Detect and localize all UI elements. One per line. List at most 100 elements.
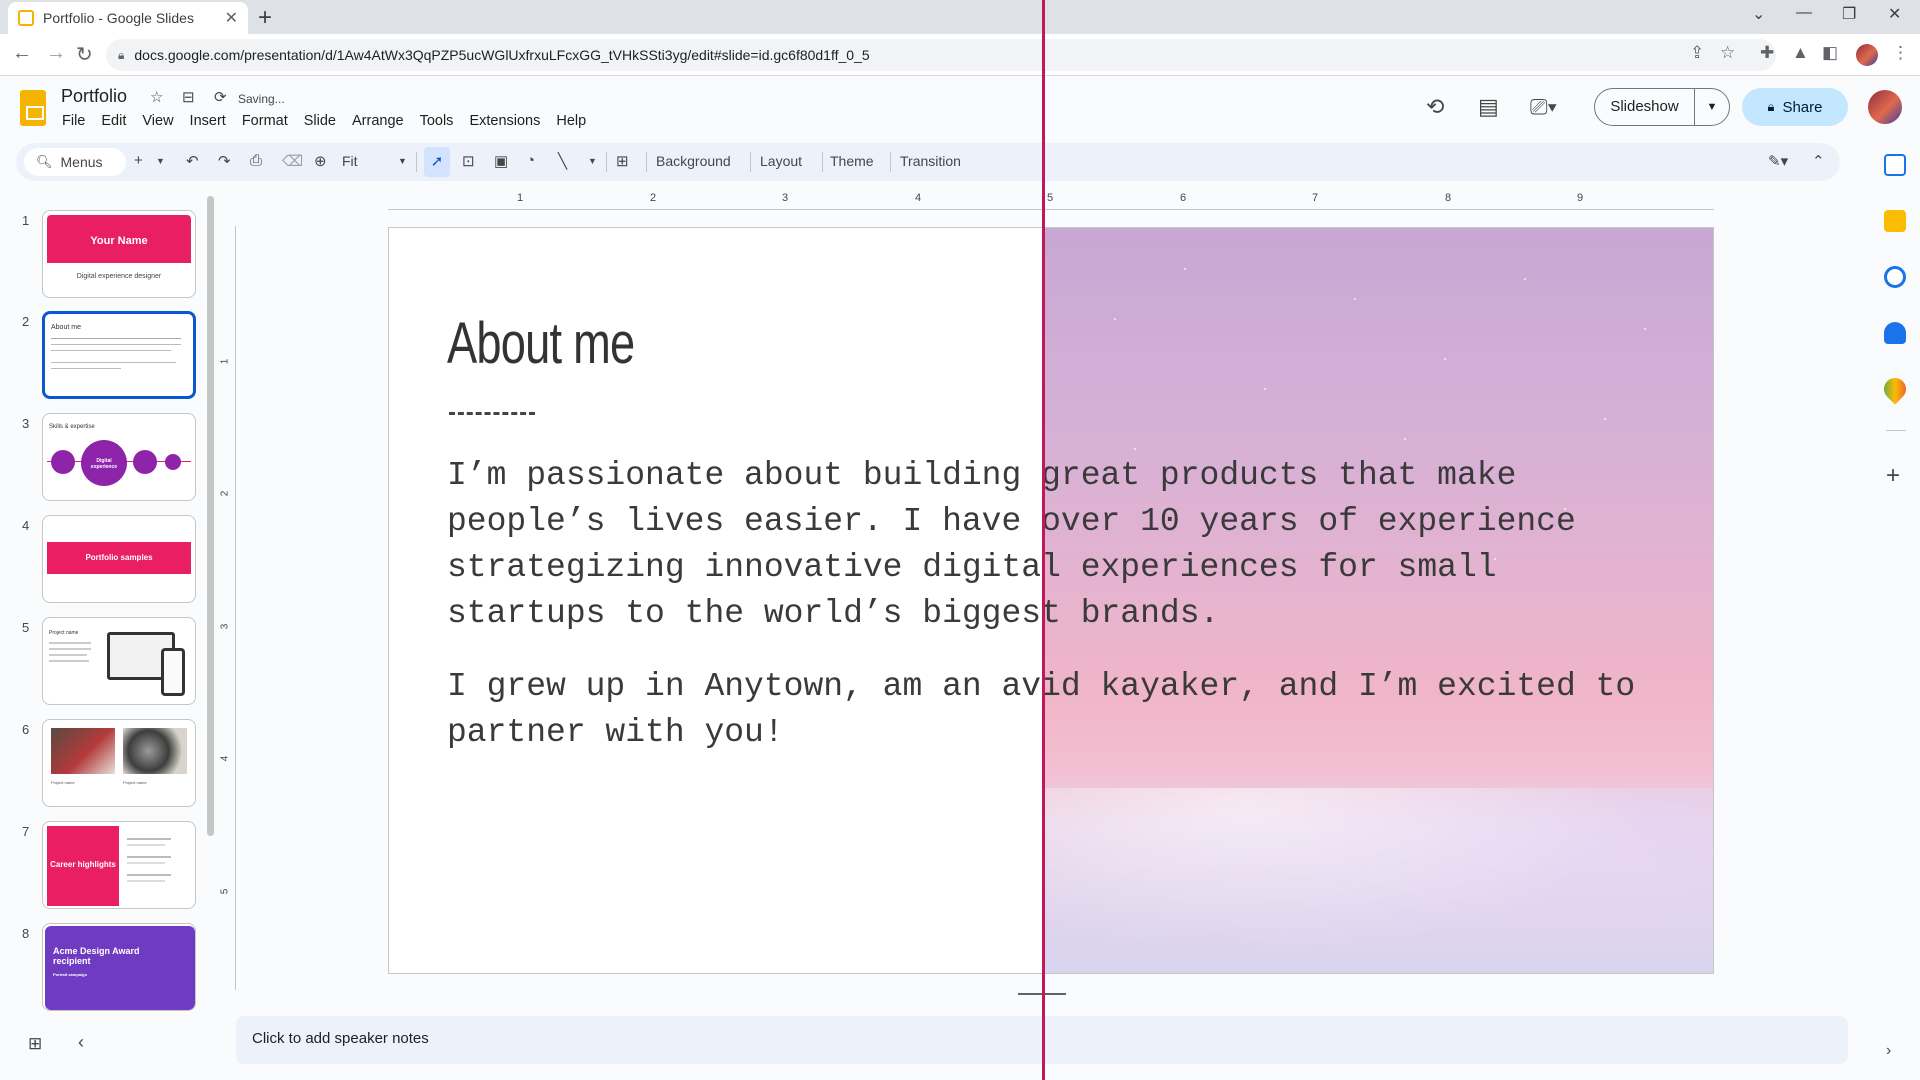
current-slide[interactable]: About me I’m passionate about building g… (388, 227, 1714, 974)
minimize-icon[interactable]: — (1796, 4, 1812, 22)
move-folder-icon[interactable]: ⊟ (182, 88, 195, 106)
version-history-icon[interactable]: ⟲ (1426, 94, 1444, 120)
filmstrip-scrollbar[interactable] (207, 196, 214, 836)
forward-icon[interactable]: → (46, 42, 66, 65)
vertical-ruler[interactable]: 1 2 3 4 5 (219, 226, 236, 990)
slide-thumbnail-4[interactable]: Portfolio samples (42, 515, 196, 603)
paint-format-icon[interactable]: ⌫ (282, 152, 303, 170)
tasks-icon[interactable] (1884, 266, 1906, 288)
slide-thumbnail-3[interactable]: Skills & expertise Digital experience (42, 413, 196, 501)
undo-icon[interactable]: ↶ (186, 152, 199, 170)
editing-mode-icon[interactable]: ✎▾ (1768, 152, 1788, 170)
toolbar-divider (416, 152, 417, 172)
ruler-mark: 8 (1445, 192, 1452, 204)
add-comment-icon[interactable]: ⊞ (616, 152, 629, 170)
slideshow-dropdown-icon[interactable]: ▼ (1695, 101, 1729, 113)
menu-view[interactable]: View (134, 113, 181, 129)
menu-arrange[interactable]: Arrange (344, 113, 412, 129)
line-dropdown-icon[interactable]: ▼ (588, 156, 597, 166)
new-slide-icon[interactable]: + (134, 152, 143, 169)
browser-menu-icon[interactable]: ⋮ (1892, 43, 1909, 63)
select-cursor-icon[interactable]: ➚ (424, 147, 450, 177)
zoom-icon[interactable]: ⊕ (314, 152, 327, 170)
share-page-icon[interactable]: ⇪ (1690, 43, 1704, 63)
address-bar[interactable]: 🔒︎ docs.google.com/presentation/d/1Aw4At… (106, 39, 1776, 71)
collapse-filmstrip-icon[interactable]: ‹ (78, 1032, 84, 1053)
restore-icon[interactable]: ❐ (1842, 4, 1856, 24)
slide-thumbnail-6[interactable]: Project name Project name (42, 719, 196, 807)
keep-icon[interactable] (1884, 210, 1906, 232)
collapse-toolbar-icon[interactable]: ⌃ (1812, 152, 1825, 170)
theme-button[interactable]: Theme (830, 153, 874, 169)
browser-toolbar: ← → ↻ 🔒︎ docs.google.com/presentation/d/… (0, 34, 1920, 76)
slide-thumbnail-8[interactable]: Acme Design Award recipient Portrait cam… (42, 923, 196, 1011)
window-close-icon[interactable]: ✕ (1888, 4, 1901, 24)
redo-icon[interactable]: ↷ (218, 152, 231, 170)
side-panel-icon[interactable]: ◧ (1822, 43, 1838, 63)
slide-thumbnail-7[interactable]: Career highlights (42, 821, 196, 909)
reload-icon[interactable]: ↻ (76, 42, 93, 67)
comments-icon[interactable]: ▤ (1478, 94, 1499, 120)
expand-side-panel-icon[interactable]: › (1886, 1042, 1891, 1060)
account-avatar[interactable] (1868, 90, 1902, 124)
shape-icon[interactable]: ◔ (526, 152, 535, 169)
menu-file[interactable]: File (54, 113, 93, 129)
ruler-mark: 3 (219, 623, 231, 630)
slide-thumbnail-5[interactable]: Project name (42, 617, 196, 705)
calendar-icon[interactable] (1884, 154, 1906, 176)
add-addon-icon[interactable]: + (1886, 462, 1900, 490)
ruler-mark: 7 (1312, 192, 1319, 204)
slideshow-button[interactable]: Slideshow ▼ (1594, 88, 1730, 126)
ruler-mark: 1 (517, 192, 524, 204)
share-button[interactable]: 🔒︎ Share (1742, 88, 1848, 126)
menu-format[interactable]: Format (234, 113, 296, 129)
layout-button[interactable]: Layout (760, 153, 802, 169)
horizontal-ruler[interactable]: 1 2 3 4 5 6 7 8 9 (388, 192, 1714, 210)
site-info-icon[interactable]: 🔒︎ (118, 48, 124, 63)
tab-search-chevron-icon[interactable]: ⌄ (1752, 4, 1765, 24)
menu-tools[interactable]: Tools (412, 113, 462, 129)
url-text: docs.google.com/presentation/d/1Aw4AtWx3… (134, 47, 870, 63)
browser-tab-strip: Portfolio - Google Slides ✕ + ⌄ — ❐ ✕ (0, 0, 1920, 34)
text-box-icon[interactable]: ⊡ (462, 152, 475, 170)
transition-button[interactable]: Transition (900, 153, 961, 169)
extension-icon[interactable]: ▲ (1792, 43, 1809, 63)
browser-profile-avatar[interactable] (1856, 44, 1878, 66)
slide-title[interactable]: About me (447, 310, 635, 377)
contacts-icon[interactable] (1884, 322, 1906, 344)
slide-thumbnail-2[interactable]: About me (42, 311, 196, 399)
zoom-select[interactable]: Fit (342, 153, 358, 169)
thumb-subtitle: Digital experience designer (76, 273, 162, 280)
thumb-title: About me (51, 324, 81, 331)
grid-view-icon[interactable]: ⊞ (28, 1034, 42, 1054)
thumb-title: Portfolio samples (85, 553, 153, 562)
menu-extensions[interactable]: Extensions (461, 113, 548, 129)
menu-insert[interactable]: Insert (182, 113, 234, 129)
bookmark-star-icon[interactable]: ☆ (1720, 43, 1735, 63)
menu-slide[interactable]: Slide (296, 113, 344, 129)
extensions-puzzle-icon[interactable]: ✚ (1760, 43, 1774, 63)
maps-icon[interactable] (1879, 373, 1911, 405)
menus-search-input[interactable]: 🔍︎ Menus (24, 148, 126, 176)
star-icon[interactable]: ☆ (150, 88, 163, 106)
zoom-dropdown-icon[interactable]: ▼ (398, 156, 407, 166)
line-icon[interactable]: ╲ (558, 152, 567, 170)
body-line: partner with you! (447, 714, 784, 751)
browser-tab[interactable]: Portfolio - Google Slides ✕ (8, 2, 248, 34)
background-button[interactable]: Background (656, 153, 731, 169)
slideshow-label[interactable]: Slideshow (1595, 89, 1695, 125)
slide-thumbnail-1[interactable]: Your Name Digital experience designer (42, 210, 196, 298)
slide-body-paragraph-1[interactable]: I’m passionate about building great prod… (447, 453, 1677, 637)
new-tab-button[interactable]: + (258, 4, 272, 32)
print-icon[interactable]: ⎙ (250, 152, 262, 169)
document-title[interactable]: Portfolio (61, 86, 127, 107)
new-slide-dropdown-icon[interactable]: ▼ (156, 156, 165, 166)
menu-edit[interactable]: Edit (93, 113, 134, 129)
meet-camera-icon[interactable]: ⎚▾ (1530, 94, 1557, 120)
slides-logo-icon[interactable] (20, 90, 46, 126)
slide-body-paragraph-2[interactable]: I grew up in Anytown, am an avid kayaker… (447, 664, 1677, 756)
menu-help[interactable]: Help (548, 113, 594, 129)
image-icon[interactable]: ▣ (494, 152, 508, 170)
back-icon[interactable]: ← (12, 42, 32, 65)
tab-close-icon[interactable]: ✕ (225, 8, 238, 28)
